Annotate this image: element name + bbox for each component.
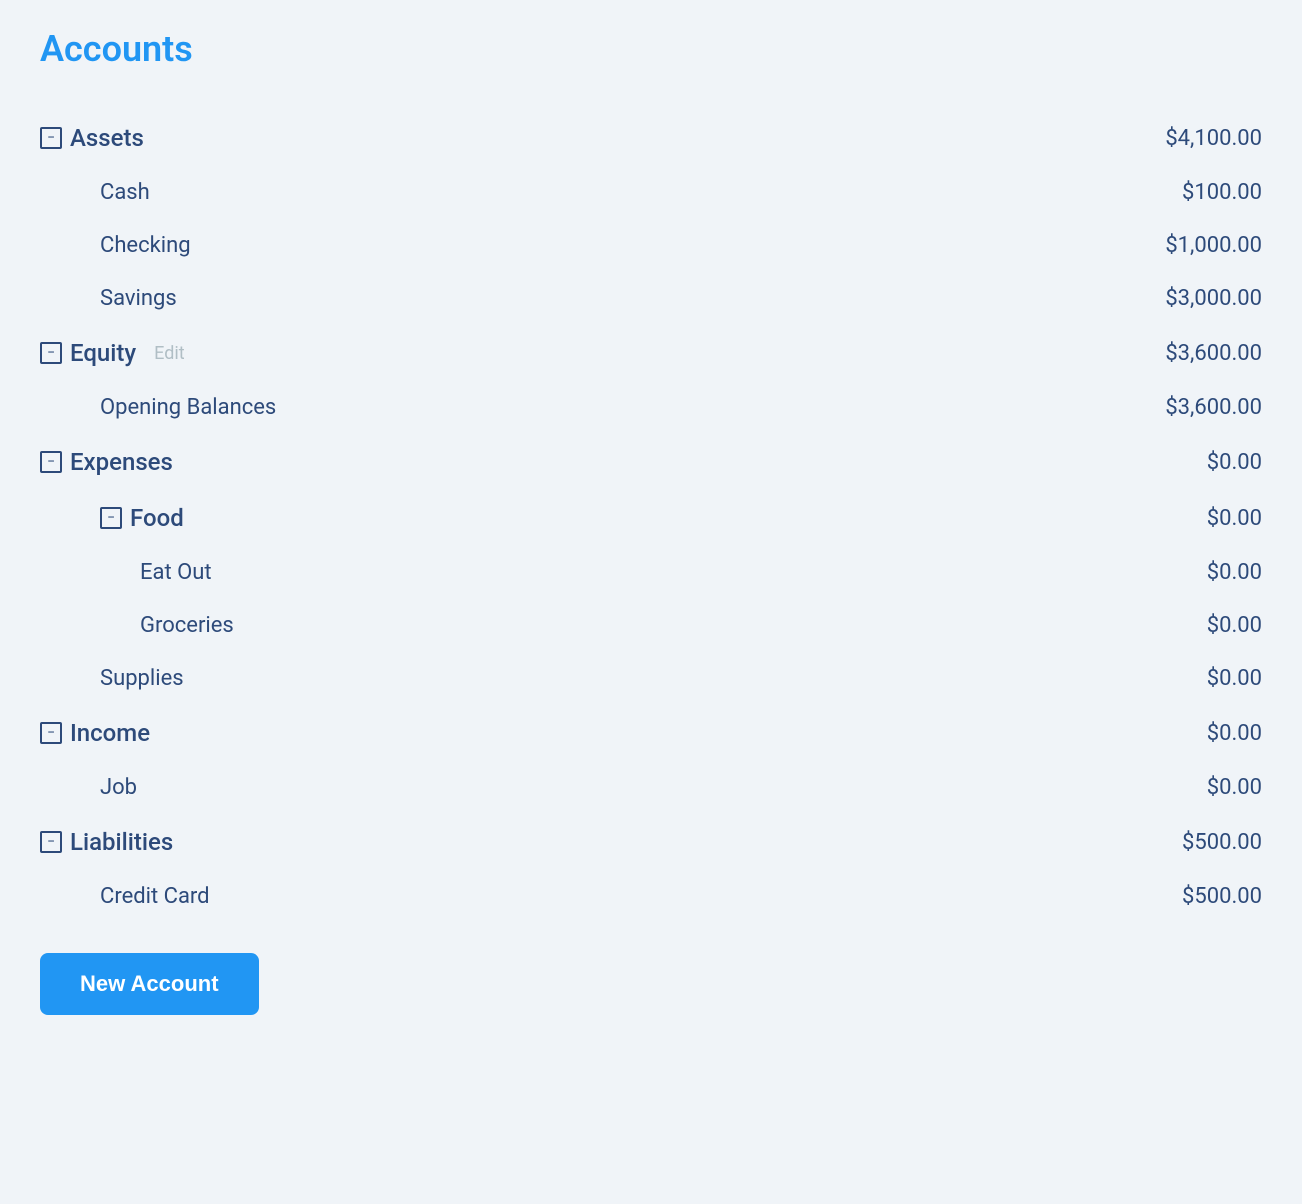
account-row-savings[interactable]: Savings $3,000.00 — [40, 272, 1262, 325]
account-row-expenses[interactable]: −Expenses $0.00 — [40, 434, 1262, 490]
account-row-credit-card[interactable]: Credit Card $500.00 — [40, 870, 1262, 923]
collapse-icon-income[interactable]: − — [40, 722, 62, 744]
account-amount-expenses: $0.00 — [1207, 450, 1262, 475]
collapse-icon-liabilities[interactable]: − — [40, 831, 62, 853]
account-amount-eat-out: $0.00 — [1207, 560, 1262, 585]
account-row-job[interactable]: Job $0.00 — [40, 761, 1262, 814]
account-amount-cash: $100.00 — [1182, 180, 1262, 205]
account-amount-income: $0.00 — [1207, 721, 1262, 746]
edit-link-equity[interactable]: Edit — [154, 343, 184, 364]
account-row-cash[interactable]: Cash $100.00 — [40, 166, 1262, 219]
page-container: Accounts −Assets$4,100.00Cash$100.00Chec… — [0, 0, 1302, 1075]
account-name-income: Income — [70, 719, 150, 747]
account-row-assets[interactable]: −Assets $4,100.00 — [40, 110, 1262, 166]
account-row-supplies[interactable]: Supplies $0.00 — [40, 652, 1262, 705]
account-name-expenses: Expenses — [70, 448, 173, 476]
account-amount-savings: $3,000.00 — [1165, 286, 1262, 311]
account-name-job: Job — [100, 775, 137, 800]
account-name-eat-out: Eat Out — [140, 560, 212, 585]
collapse-icon-equity[interactable]: − — [40, 342, 62, 364]
account-amount-supplies: $0.00 — [1207, 666, 1262, 691]
account-name-credit-card: Credit Card — [100, 884, 210, 909]
collapse-icon-assets[interactable]: − — [40, 127, 62, 149]
account-row-equity[interactable]: −Equity Edit $3,600.00 — [40, 325, 1262, 381]
account-amount-credit-card: $500.00 — [1182, 884, 1262, 909]
account-name-supplies: Supplies — [100, 666, 184, 691]
account-row-food[interactable]: −Food $0.00 — [40, 490, 1262, 546]
account-amount-liabilities: $500.00 — [1182, 830, 1262, 855]
account-row-checking[interactable]: Checking $1,000.00 — [40, 219, 1262, 272]
account-name-assets: Assets — [70, 124, 144, 152]
account-row-liabilities[interactable]: −Liabilities $500.00 — [40, 814, 1262, 870]
account-name-groceries: Groceries — [140, 613, 234, 638]
page-title: Accounts — [40, 28, 1262, 70]
account-amount-equity: $3,600.00 — [1165, 341, 1262, 366]
account-name-opening-balances: Opening Balances — [100, 395, 276, 420]
accounts-list: −Assets$4,100.00Cash$100.00Checking$1,00… — [40, 110, 1262, 923]
account-row-opening-balances[interactable]: Opening Balances $3,600.00 — [40, 381, 1262, 434]
collapse-icon-expenses[interactable]: − — [40, 451, 62, 473]
account-amount-food: $0.00 — [1207, 506, 1262, 531]
new-account-button[interactable]: New Account — [40, 953, 259, 1015]
account-name-liabilities: Liabilities — [70, 828, 173, 856]
account-amount-assets: $4,100.00 — [1165, 126, 1262, 151]
account-amount-checking: $1,000.00 — [1165, 233, 1262, 258]
account-amount-job: $0.00 — [1207, 775, 1262, 800]
account-name-cash: Cash — [100, 180, 150, 205]
account-row-eat-out[interactable]: Eat Out $0.00 — [40, 546, 1262, 599]
account-row-income[interactable]: −Income $0.00 — [40, 705, 1262, 761]
account-name-food: Food — [130, 504, 184, 532]
account-name-savings: Savings — [100, 286, 177, 311]
account-row-groceries[interactable]: Groceries $0.00 — [40, 599, 1262, 652]
account-name-checking: Checking — [100, 233, 191, 258]
account-amount-groceries: $0.00 — [1207, 613, 1262, 638]
account-name-equity: Equity — [70, 339, 136, 367]
collapse-icon-food[interactable]: − — [100, 507, 122, 529]
account-amount-opening-balances: $3,600.00 — [1165, 395, 1262, 420]
